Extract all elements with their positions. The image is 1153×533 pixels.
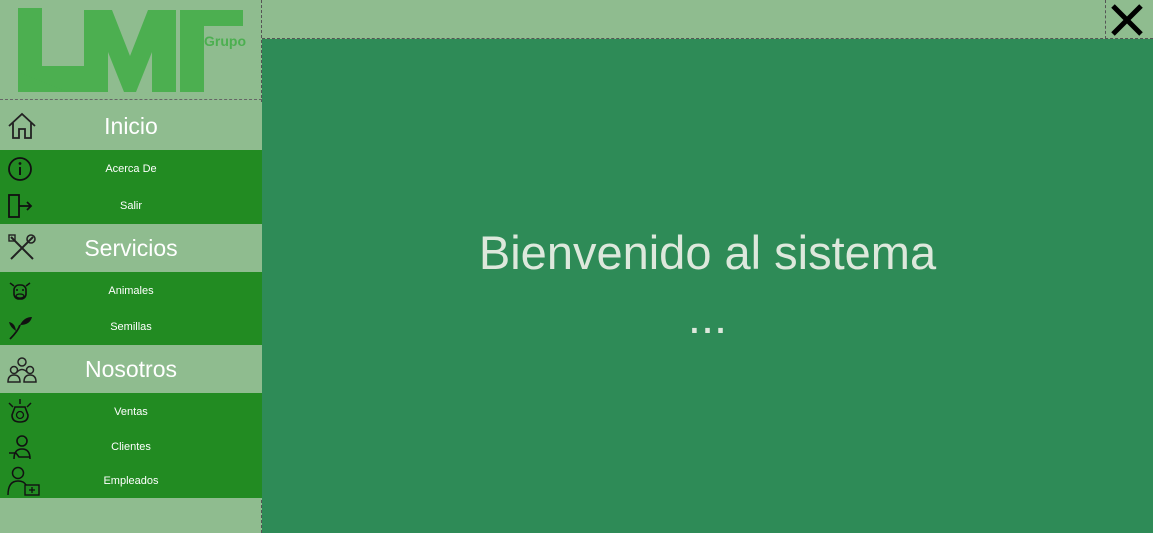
sidebar: Grupo Inicio Acerca De Salir Servicios A…: [0, 0, 262, 533]
menu-item-ventas[interactable]: Ventas: [0, 393, 262, 430]
menu-item-empleados[interactable]: Empleados: [0, 464, 262, 498]
client-icon: [9, 435, 31, 460]
employee-icon: [7, 466, 40, 496]
menu-label-acerca-de: Acerca De: [105, 162, 157, 175]
menu-item-semillas[interactable]: Semillas: [0, 309, 262, 345]
tools-icon: [8, 234, 36, 260]
section-label-nosotros: Nosotros: [84, 355, 178, 382]
top-bar: [262, 0, 1153, 39]
menu-label-ventas: Ventas: [114, 405, 148, 418]
menu-item-salir[interactable]: Salir: [0, 187, 262, 224]
section-servicios[interactable]: Servicios: [0, 224, 262, 272]
menu-item-clientes[interactable]: Clientes: [0, 430, 262, 464]
seedling-icon: [9, 317, 32, 340]
menu-item-animales[interactable]: Animales: [0, 272, 262, 309]
welcome-title: Bienvenido al sistema: [478, 226, 937, 279]
section-label-servicios: Servicios: [84, 234, 178, 261]
menu-label-semillas: Semillas: [110, 321, 152, 333]
home-icon: [8, 112, 36, 139]
lmf-logo: Grupo: [18, 8, 246, 92]
close-icon: [1110, 3, 1143, 36]
menu-label-salir: Salir: [119, 199, 142, 212]
logo: Grupo: [0, 0, 262, 100]
section-inicio[interactable]: Inicio: [0, 102, 262, 150]
main-panel: Bienvenido al sistema ...: [262, 39, 1153, 533]
info-icon: [8, 157, 32, 181]
menu-item-acerca-de[interactable]: Acerca De: [0, 150, 262, 187]
logo-subtext: Grupo: [204, 33, 246, 49]
team-icon: [7, 357, 37, 383]
welcome-ellipsis: ...: [687, 290, 728, 343]
exit-icon: [8, 194, 33, 218]
menu-label-clientes: Clientes: [111, 441, 151, 453]
cow-icon: [9, 282, 31, 300]
section-label-inicio: Inicio: [104, 112, 158, 139]
section-nosotros[interactable]: Nosotros: [0, 345, 262, 393]
close-button[interactable]: [1105, 0, 1147, 39]
money-bag-icon: [8, 399, 32, 423]
menu-label-animales: Animales: [108, 284, 154, 297]
